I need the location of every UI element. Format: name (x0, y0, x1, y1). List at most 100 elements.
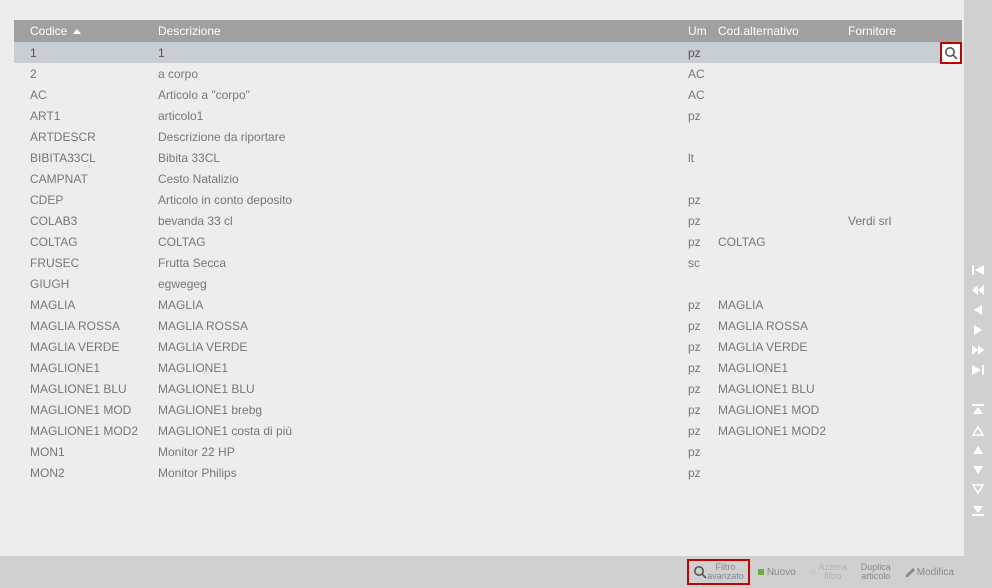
table-row[interactable]: MON2Monitor Philipspz (14, 462, 962, 483)
cell-codice: MON2 (26, 466, 154, 480)
column-header-codalt[interactable]: Cod.alternativo (714, 24, 844, 38)
cell-forn: Verdi srl (844, 214, 962, 228)
nav-last-icon[interactable] (968, 361, 988, 379)
cell-descr: MAGLIA ROSSA (154, 319, 684, 333)
table-row[interactable]: ARTDESCRDescrizione da riportare (14, 126, 962, 147)
cell-codice: MAGLIA VERDE (26, 340, 154, 354)
cell-um: pz (684, 466, 714, 480)
cell-descr: MAGLIONE1 BLU (154, 382, 684, 396)
cell-alt: MAGLIA VERDE (714, 340, 844, 354)
pencil-icon (905, 566, 917, 578)
cell-um: lt (684, 151, 714, 165)
cell-um: pz (684, 319, 714, 333)
new-label: Nuovo (767, 567, 796, 578)
cell-um: pz (684, 46, 714, 60)
nav-prev-fast-icon[interactable] (968, 281, 988, 299)
cell-descr: a corpo (154, 67, 684, 81)
cell-alt: MAGLIONE1 MOD2 (714, 424, 844, 438)
table-row[interactable]: MAGLIONE1 MOD2MAGLIONE1 costa di piùpzMA… (14, 420, 962, 441)
nav-next-icon[interactable] (968, 321, 988, 339)
cell-codice: ART1 (26, 109, 154, 123)
scroll-page-up-icon[interactable] (968, 421, 988, 439)
table-row[interactable]: FRUSECFrutta Seccasc (14, 252, 962, 273)
table-row[interactable]: COLAB3bevanda 33 clpzVerdi srl (14, 210, 962, 231)
cell-um: pz (684, 214, 714, 228)
cell-codice: MON1 (26, 445, 154, 459)
cell-alt: COLTAG (714, 235, 844, 249)
cell-descr: COLTAG (154, 235, 684, 249)
cell-descr: Articolo in conto deposito (154, 193, 684, 207)
table-row[interactable]: MAGLIA ROSSAMAGLIA ROSSApzMAGLIA ROSSA (14, 315, 962, 336)
modify-button[interactable]: Modifica (899, 559, 960, 585)
column-header-codice[interactable]: Codice (26, 24, 154, 38)
table-row[interactable]: GIUGHegwegeg (14, 273, 962, 294)
table-row[interactable]: MON1Monitor 22 HPpz (14, 441, 962, 462)
cell-um: AC (684, 67, 714, 81)
table-row[interactable]: COLTAGCOLTAGpzCOLTAG (14, 231, 962, 252)
cell-um: pz (684, 361, 714, 375)
table-body: 11pz2a corpoACACArticolo a "corpo"ACART1… (14, 42, 962, 483)
cell-codice: MAGLIONE1 MOD (26, 403, 154, 417)
table-row[interactable]: MAGLIONE1 BLUMAGLIONE1 BLUpzMAGLIONE1 BL… (14, 378, 962, 399)
cell-codice: 2 (26, 67, 154, 81)
table-row[interactable]: MAGLIONE1MAGLIONE1pzMAGLIONE1 (14, 357, 962, 378)
cell-um: pz (684, 340, 714, 354)
table-row[interactable]: CAMPNATCesto Natalizio (14, 168, 962, 189)
column-header-fornitore[interactable]: Fornitore (844, 24, 962, 38)
cell-alt: MAGLIONE1 (714, 361, 844, 375)
nav-prev-icon[interactable] (968, 301, 988, 319)
table-row[interactable]: CDEPArticolo in conto depositopz (14, 189, 962, 210)
cell-codice: FRUSEC (26, 256, 154, 270)
table-row[interactable]: ART1articolo1pz (14, 105, 962, 126)
cell-codice: AC (26, 88, 154, 102)
table-row[interactable]: 2a corpoAC (14, 63, 962, 84)
cell-descr: MAGLIA VERDE (154, 340, 684, 354)
cell-descr: MAGLIONE1 (154, 361, 684, 375)
square-icon (810, 569, 816, 575)
reset-filter-label: Azzera filtro (819, 563, 847, 581)
table-row[interactable]: MAGLIONE1 MODMAGLIONE1 brebgpzMAGLIONE1 … (14, 399, 962, 420)
cell-descr: Monitor Philips (154, 466, 684, 480)
cell-codice: CDEP (26, 193, 154, 207)
right-navigation-rail (964, 0, 992, 588)
cell-codice: ARTDESCR (26, 130, 154, 144)
scroll-down-icon[interactable] (968, 461, 988, 479)
scroll-top-icon[interactable] (968, 401, 988, 419)
cell-codice: MAGLIA (26, 298, 154, 312)
header-search-button[interactable] (940, 42, 962, 64)
column-header-um[interactable]: Um (684, 24, 714, 38)
duplicate-article-button[interactable]: Duplica articolo (855, 559, 897, 585)
new-button[interactable]: Nuovo (752, 559, 802, 585)
scroll-page-down-icon[interactable] (968, 481, 988, 499)
column-header-descrizione[interactable]: Descrizione (154, 24, 684, 38)
cell-alt: MAGLIONE1 MOD (714, 403, 844, 417)
table-header-row: Codice Descrizione Um Cod.alternativo Fo… (14, 20, 962, 42)
cell-codice: GIUGH (26, 277, 154, 291)
column-label: Codice (30, 24, 67, 38)
nav-next-fast-icon[interactable] (968, 341, 988, 359)
cell-um: pz (684, 445, 714, 459)
cell-descr: articolo1 (154, 109, 684, 123)
scroll-bottom-icon[interactable] (968, 501, 988, 519)
table-row[interactable]: ACArticolo a "corpo"AC (14, 84, 962, 105)
cell-descr: MAGLIONE1 costa di più (154, 424, 684, 438)
scroll-up-icon[interactable] (968, 441, 988, 459)
cell-descr: bevanda 33 cl (154, 214, 684, 228)
table-row[interactable]: MAGLIAMAGLIApzMAGLIA (14, 294, 962, 315)
cell-descr: Monitor 22 HP (154, 445, 684, 459)
filter-label: Filtro avanzato (707, 563, 744, 581)
cell-descr: Bibita 33CL (154, 151, 684, 165)
search-icon (944, 46, 958, 60)
cell-codice: 1 (26, 46, 154, 60)
filter-advanced-button[interactable]: Filtro avanzato (687, 559, 750, 585)
table-row[interactable]: BIBITA33CLBibita 33CLlt (14, 147, 962, 168)
table-row[interactable]: 11pz (14, 42, 962, 63)
nav-first-icon[interactable] (968, 261, 988, 279)
cell-codice: MAGLIONE1 BLU (26, 382, 154, 396)
table-row[interactable]: MAGLIA VERDEMAGLIA VERDEpzMAGLIA VERDE (14, 336, 962, 357)
cell-alt: MAGLIA (714, 298, 844, 312)
reset-filter-button[interactable]: Azzera filtro (804, 559, 853, 585)
cell-descr: Frutta Secca (154, 256, 684, 270)
cell-um: pz (684, 109, 714, 123)
cell-um: sc (684, 256, 714, 270)
